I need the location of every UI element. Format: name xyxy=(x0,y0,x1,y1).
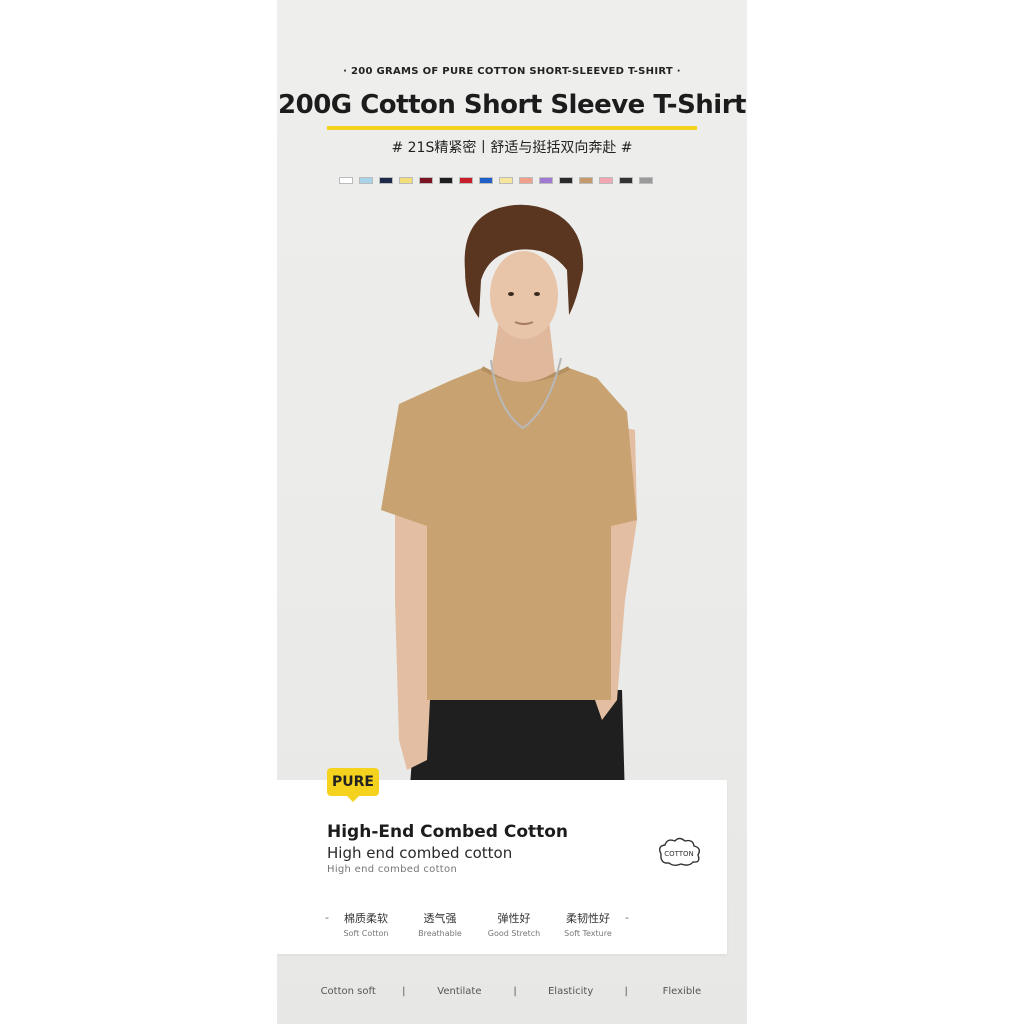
feature-en: Good Stretch xyxy=(487,929,541,938)
feature-cn: 柔韧性好 xyxy=(565,912,610,925)
pure-tag: PURE xyxy=(327,768,379,802)
feature-item: 弹性好 Good Stretch xyxy=(477,910,551,938)
card-subtitle: High end combed cotton xyxy=(327,844,513,862)
separator: | xyxy=(402,986,406,997)
attribute-item: Ventilate xyxy=(437,986,482,997)
attribute-item: Cotton soft xyxy=(320,986,376,997)
cotton-logo-text: COTTON xyxy=(664,850,694,858)
feature-item: 柔韧性好 Soft Texture xyxy=(551,910,625,938)
feature-list: - 棉质柔软 Soft Cotton 透气强 Breathable 弹性好 Go… xyxy=(325,910,629,938)
feature-en: Soft Texture xyxy=(564,929,612,938)
feature-cn: 棉质柔软 xyxy=(343,912,388,925)
attribute-item: Flexible xyxy=(662,986,702,997)
feature-en: Soft Cotton xyxy=(343,929,389,938)
product-panel: · 200 GRAMS OF PURE COTTON SHORT-SLEEVED… xyxy=(277,0,747,1024)
attribute-item: Elasticity xyxy=(547,986,594,997)
feature-item: 棉质柔软 Soft Cotton xyxy=(329,910,403,938)
model-photo xyxy=(381,204,637,800)
separator: | xyxy=(513,986,517,997)
feature-cn: 透气强 xyxy=(423,912,457,925)
feature-dash: - xyxy=(624,911,629,924)
card-caption: High end combed cotton xyxy=(327,864,458,875)
feature-cn: 弹性好 xyxy=(497,912,531,925)
separator: | xyxy=(624,986,628,997)
feature-en: Breathable xyxy=(418,929,462,938)
bottom-attributes: Cotton soft | Ventilate | Elasticity | F… xyxy=(305,986,725,997)
feature-item: 透气强 Breathable xyxy=(403,910,477,938)
card-title: High-End Combed Cotton xyxy=(327,822,569,842)
cotton-logo-icon: COTTON xyxy=(658,837,701,866)
